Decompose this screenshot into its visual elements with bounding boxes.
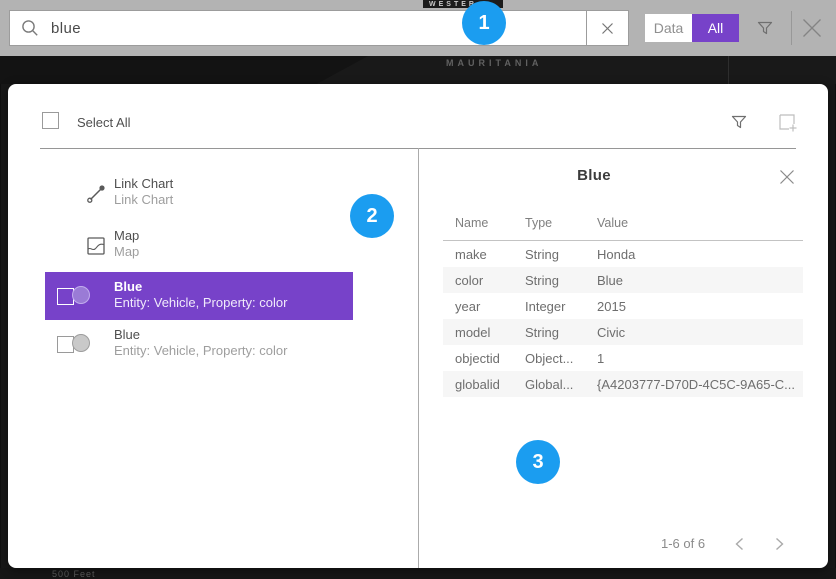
cell-type: Object...	[525, 351, 573, 366]
close-x-icon	[779, 169, 795, 185]
column-header-name: Name	[455, 216, 488, 230]
cell-value: Blue	[597, 273, 623, 288]
cell-value: 2015	[597, 299, 626, 314]
callout-2: 2	[350, 194, 394, 238]
detail-title: Blue	[419, 167, 769, 184]
map-boundary-line	[728, 56, 729, 84]
panel-filter-button[interactable]	[726, 110, 752, 134]
cell-type: Integer	[525, 299, 565, 314]
filter-funnel-icon	[755, 18, 775, 38]
table-row: year Integer 2015	[443, 293, 803, 319]
pagination: 1-6 of 6	[443, 532, 803, 556]
cell-type: String	[525, 247, 559, 262]
column-header-type: Type	[525, 216, 552, 230]
result-subtitle: Entity: Vehicle, Property: color	[114, 295, 287, 311]
map-label-mauritania: MAURITANIA	[446, 58, 542, 68]
cell-value: Civic	[597, 325, 625, 340]
cell-type: String	[525, 325, 559, 340]
result-subtitle: Map	[114, 244, 139, 260]
column-header-value: Value	[597, 216, 628, 230]
entity-circle-icon	[72, 286, 90, 304]
attribute-table: Name Type Value make String Honda color …	[443, 214, 803, 397]
table-row: globalid Global... {A4203777-D70D-4C5C-9…	[443, 371, 803, 397]
clear-x-icon	[601, 22, 614, 35]
result-item-map[interactable]: Map Map	[8, 228, 418, 268]
result-title: Link Chart	[114, 176, 173, 192]
cell-name: objectid	[455, 351, 500, 366]
result-item-blue[interactable]: Blue Entity: Vehicle, Property: color	[45, 320, 353, 368]
toolbar-divider	[791, 11, 792, 45]
detail-close-button[interactable]	[776, 166, 798, 188]
map-scale-label: 500 Feet	[52, 569, 96, 579]
cell-name: color	[455, 273, 483, 288]
result-item-blue-selected[interactable]: Blue Entity: Vehicle, Property: color	[45, 272, 353, 320]
link-chart-icon	[84, 182, 108, 206]
cell-name: year	[455, 299, 480, 314]
map-bottom-strip	[0, 568, 836, 579]
pagination-next-button[interactable]	[769, 534, 789, 554]
cell-name: make	[455, 247, 487, 262]
result-subtitle: Link Chart	[114, 192, 173, 208]
scope-option-all[interactable]: All	[692, 14, 739, 42]
cell-value: 1	[597, 351, 604, 366]
table-row: color String Blue	[443, 267, 803, 293]
table-row: objectid Object... 1	[443, 345, 803, 371]
callout-3: 3	[516, 440, 560, 484]
table-row: model String Civic	[443, 319, 803, 345]
pagination-prev-button[interactable]	[729, 534, 749, 554]
pagination-label: 1-6 of 6	[661, 536, 705, 551]
add-selection-icon	[775, 110, 799, 134]
scope-option-data[interactable]: Data	[645, 14, 692, 42]
table-row: make String Honda	[443, 241, 803, 267]
result-title: Blue	[114, 327, 287, 343]
list-detail-divider	[418, 148, 419, 568]
search-toolbar: Data All	[0, 0, 836, 56]
cell-name: model	[455, 325, 490, 340]
callout-1: 1	[462, 1, 506, 45]
add-to-selection-button[interactable]	[774, 109, 800, 135]
chevron-left-icon	[735, 537, 744, 551]
search-icon	[21, 19, 39, 37]
close-x-icon	[801, 17, 823, 39]
scope-toggle: Data All	[645, 14, 739, 42]
filter-funnel-icon	[729, 112, 749, 132]
select-all-checkbox[interactable]	[42, 112, 59, 129]
result-title: Blue	[114, 279, 287, 295]
search-clear-button[interactable]	[586, 11, 628, 45]
chevron-right-icon	[775, 537, 784, 551]
result-title: Map	[114, 228, 139, 244]
cell-type: Global...	[525, 377, 573, 392]
search-close-button[interactable]	[799, 15, 825, 41]
attribute-table-header: Name Type Value	[443, 214, 803, 238]
cell-type: String	[525, 273, 559, 288]
entity-circle-icon	[72, 334, 90, 352]
results-panel: Select All Link Chart	[8, 84, 828, 568]
map-icon	[84, 234, 108, 258]
result-subtitle: Entity: Vehicle, Property: color	[114, 343, 287, 359]
toolbar-filter-button[interactable]	[752, 16, 778, 40]
cell-value: Honda	[597, 247, 635, 262]
map-ocean-shape	[0, 56, 368, 84]
cell-name: globalid	[455, 377, 500, 392]
app-window: MAURITANIA WESTER 500 Feet Data All	[0, 0, 836, 579]
cell-value: {A4203777-D70D-4C5C-9A65-C...	[597, 377, 795, 392]
search-bar[interactable]	[9, 10, 629, 46]
select-all-label: Select All	[77, 115, 130, 130]
